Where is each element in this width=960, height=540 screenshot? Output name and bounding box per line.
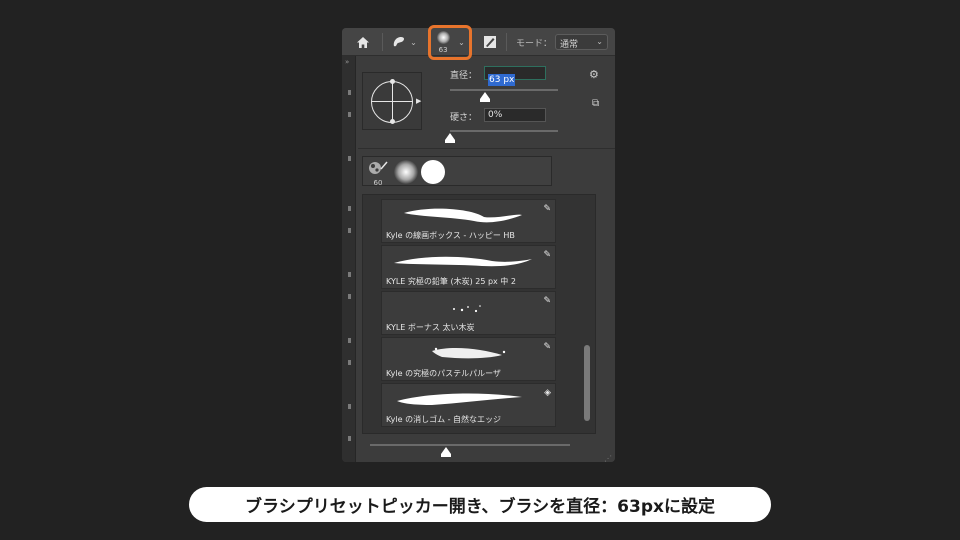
brush-angle-preview[interactable]: ▶	[362, 72, 422, 130]
brush-icon: ✎	[543, 250, 551, 260]
size-label: 直径：	[450, 71, 478, 81]
tool-icon[interactable]	[348, 338, 351, 343]
tool-icon[interactable]	[348, 360, 351, 365]
home-button[interactable]	[348, 28, 378, 56]
brush-list-item-label: Kyle の消しゴム - 自然なエッジ	[386, 415, 502, 424]
mode-select[interactable]: 通常 ⌄	[555, 34, 608, 50]
brush-icon: ✎	[543, 204, 551, 214]
recent-brush-size: 60	[373, 179, 383, 187]
hardness-label: 硬さ：	[450, 113, 478, 123]
brush-list-item[interactable]: ◈ Kyle の消しゴム - 自然なエッジ	[381, 383, 556, 427]
mode-label: モード：	[516, 39, 553, 49]
brush-stroke-preview	[453, 305, 481, 313]
tool-icon[interactable]	[348, 436, 351, 441]
tool-icon[interactable]	[348, 228, 351, 233]
highlight-box	[428, 25, 472, 60]
brush-settings-toggle-icon	[484, 36, 496, 48]
brush-list-item-label: Kyle の線画ボックス - ハッピー HB	[386, 231, 515, 240]
preview-size-slider-track[interactable]	[370, 444, 570, 446]
roundness-handle[interactable]	[390, 119, 395, 124]
gear-icon[interactable]: ⚙	[589, 68, 599, 81]
brush-preset-picker: ▶ 直径： 63 px 硬さ： 0% ⚙ ⧉ 60 ✎ Kyle の線画ボックス…	[358, 58, 615, 462]
size-slider-thumb[interactable]	[479, 92, 490, 102]
eraser-icon: ◈	[544, 388, 551, 398]
brush-stroke-preview	[394, 256, 532, 267]
brush-icon: ✎	[543, 342, 551, 352]
brush-list: ✎ Kyle の線画ボックス - ハッピー HB ✎ KYLE 究極の鉛筆 (木…	[362, 194, 596, 434]
options-bar: ⌄ 63 ⌄ モード： 通常 ⌄	[342, 28, 615, 56]
textured-brush-icon	[369, 161, 388, 174]
brush-icon: ✎	[543, 296, 551, 306]
photoshop-window: ⌄ 63 ⌄ モード： 通常 ⌄ » ▶ 直径： 63 px 硬さ： 0% ⚙ …	[342, 28, 615, 462]
tool-icon[interactable]	[348, 112, 351, 117]
brush-stroke-preview	[432, 347, 506, 359]
tool-preset-picker[interactable]: ⌄	[386, 28, 422, 56]
tool-icon[interactable]	[348, 272, 351, 277]
resize-grip-icon[interactable]: ⋰	[604, 454, 612, 462]
brush-stroke-preview	[397, 393, 522, 405]
vertical-scrollbar[interactable]	[584, 345, 590, 421]
tool-icon[interactable]	[348, 404, 351, 409]
preview-size-slider-thumb[interactable]	[441, 447, 451, 457]
hardness-input[interactable]: 0%	[484, 108, 546, 122]
home-icon	[357, 36, 369, 48]
brush-list-item-label: Kyle の究極のパステルパルーザ	[386, 369, 501, 378]
chevron-down-icon: ⌄	[596, 37, 603, 46]
recent-brushes: 60	[362, 156, 552, 187]
size-input[interactable]: 63 px	[484, 66, 546, 86]
brush-settings-toggle[interactable]	[480, 28, 500, 56]
hardness-slider-thumb[interactable]	[445, 133, 455, 143]
size-value: 63 px	[488, 74, 516, 86]
size-slider-track[interactable]	[450, 89, 558, 91]
brush-tool-icon	[393, 37, 405, 47]
toolbar-strip: »	[342, 56, 356, 462]
recent-brush-soft-round[interactable]	[394, 160, 418, 184]
separator	[382, 33, 383, 51]
new-preset-icon[interactable]: ⧉	[592, 98, 599, 109]
brush-list-item-label: KYLE 究極の鉛筆 (木炭) 25 px 中 2	[386, 277, 516, 286]
brush-list-item[interactable]: ✎ KYLE ボーナス 太い木炭	[381, 291, 556, 335]
brush-list-item-label: KYLE ボーナス 太い木炭	[386, 323, 475, 332]
recent-brush-textured[interactable]: 60	[366, 160, 390, 187]
collapse-icon[interactable]: »	[345, 58, 349, 66]
divider	[358, 148, 615, 149]
mode-value: 通常	[560, 40, 579, 50]
angle-axis	[392, 81, 393, 123]
roundness-handle[interactable]	[390, 79, 395, 84]
tool-icon[interactable]	[348, 294, 351, 299]
brush-list-item[interactable]: ✎ Kyle の究極のパステルパルーザ	[381, 337, 556, 381]
separator	[506, 33, 507, 51]
tool-icon[interactable]	[348, 156, 351, 161]
brush-list-item[interactable]: ✎ KYLE 究極の鉛筆 (木炭) 25 px 中 2	[381, 245, 556, 289]
recent-brush-hard-round[interactable]	[421, 160, 445, 184]
chevron-down-icon: ⌄	[410, 37, 417, 47]
brush-list-item[interactable]: ✎ Kyle の線画ボックス - ハッピー HB	[381, 199, 556, 243]
brush-stroke-preview	[404, 208, 522, 223]
tool-icon[interactable]	[348, 90, 351, 95]
hardness-slider-track[interactable]	[450, 130, 558, 132]
caption-banner: ブラシプリセットピッカー開き、ブラシを直径：63pxに設定	[189, 487, 771, 522]
caption-text: ブラシプリセットピッカー開き、ブラシを直径：63pxに設定	[245, 497, 715, 517]
angle-arrow-icon[interactable]: ▶	[416, 97, 421, 105]
tool-icon[interactable]	[348, 206, 351, 211]
